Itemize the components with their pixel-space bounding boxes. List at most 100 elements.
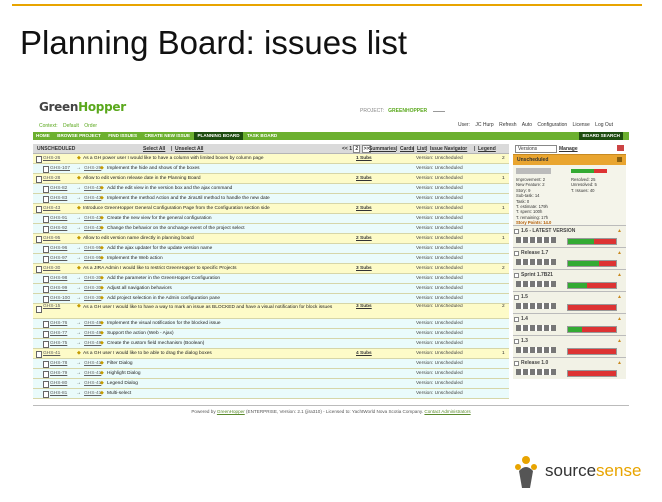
- project-name[interactable]: GREENHOPPER: [388, 108, 427, 114]
- parent-key[interactable]: GHS-41: [84, 389, 101, 398]
- user-story-row[interactable]: GHS-43 ◆ Introduce GreenHopper General Con…: [33, 204, 509, 214]
- subtask-row[interactable]: GHS-77 → GHS-48 ◆ Support the action (Web - …: [33, 329, 509, 339]
- issue-key[interactable]: GHS-26: [43, 154, 60, 163]
- subtask-row[interactable]: GHS-96 → GHS-95 ◆ Add the ajax updater for t…: [33, 244, 509, 254]
- subtasks-link[interactable]: 2 Subs: [356, 204, 372, 213]
- nav-create-issue[interactable]: CREATE NEW ISSUE: [141, 132, 193, 140]
- nav-browse-project[interactable]: BROWSE PROJECT: [54, 132, 104, 140]
- pager-page-2[interactable]: 2: [353, 145, 361, 153]
- expand-icon[interactable]: [514, 361, 519, 366]
- user-story-row[interactable]: GHS-41 ◆ As a GH user I would like to be a…: [33, 349, 509, 359]
- parent-key[interactable]: GHS-48: [84, 339, 101, 348]
- subtask-row[interactable]: GHS-100 → GHS-30 ◆ Add project selection in …: [33, 294, 509, 304]
- select-all-link[interactable]: Select All: [143, 146, 165, 152]
- version-box[interactable]: 1.5 ▲: [513, 291, 626, 313]
- nav-planning-board[interactable]: PLANNING BOARD: [194, 132, 243, 140]
- version-name[interactable]: 1.3: [521, 338, 528, 344]
- pager-page-1[interactable]: 1: [349, 146, 352, 152]
- expand-icon[interactable]: [514, 273, 519, 278]
- list-link[interactable]: List: [417, 146, 426, 152]
- subtask-row[interactable]: GHS-82 → GHS-43 ◆ Add the edit view in the v…: [33, 184, 509, 194]
- issue-key[interactable]: GHS-100: [50, 294, 70, 303]
- issue-key[interactable]: GHS-107: [50, 164, 70, 173]
- subtask-row[interactable]: GHS-83 → GHS-43 ◆ Implement the method Actio…: [33, 194, 509, 204]
- pager-prev[interactable]: <<: [342, 146, 348, 152]
- issue-key[interactable]: GHS-30: [43, 264, 60, 273]
- expand-icon[interactable]: [514, 251, 519, 256]
- issue-key[interactable]: GHS-78: [50, 359, 67, 368]
- license-link[interactable]: License: [573, 122, 590, 128]
- parent-key[interactable]: GHS-48: [84, 329, 101, 338]
- version-box[interactable]: 1.6 - LATEST VERSION ▲: [513, 225, 626, 247]
- issue-key[interactable]: GHS-82: [50, 184, 67, 193]
- subtasks-link[interactable]: 4 Subs: [356, 349, 372, 358]
- refresh-link[interactable]: Refresh: [499, 122, 517, 128]
- issue-key[interactable]: GHS-97: [50, 254, 67, 263]
- footer-greenhopper-link[interactable]: GreenHopper: [217, 409, 245, 414]
- unselect-all-link[interactable]: Unselect All: [175, 146, 203, 152]
- subtask-row[interactable]: GHS-81 → GHS-41 ◆ Multi-select Version: Unsch…: [33, 389, 509, 399]
- expand-icon[interactable]: [514, 339, 519, 344]
- parent-key[interactable]: GHS-43: [84, 194, 101, 203]
- issue-key[interactable]: GHS-15: [43, 304, 60, 310]
- subtask-row[interactable]: GHS-80 → GHS-41 ◆ Legend Dialog Version: Unsc…: [33, 379, 509, 389]
- subtask-row[interactable]: GHS-98 → GHS-30 ◆ Add the parameter in the G…: [33, 274, 509, 284]
- arrow-up-icon[interactable]: ▲: [617, 294, 622, 300]
- subtasks-link[interactable]: 2 Subs: [356, 234, 372, 243]
- arrow-up-icon[interactable]: ▲: [617, 360, 622, 366]
- manage-link[interactable]: Manage: [559, 146, 578, 152]
- version-name[interactable]: Release 1.7: [521, 250, 548, 256]
- version-box[interactable]: Release 1.0 ▲: [513, 357, 626, 379]
- parent-key[interactable]: GHS-26: [84, 164, 101, 173]
- version-box[interactable]: 1.4 ▲: [513, 313, 626, 335]
- issue-key[interactable]: GHS-81: [50, 389, 67, 398]
- subtask-row[interactable]: GHS-97 → GHS-95 ◆ Implement the Web action Ve…: [33, 254, 509, 264]
- subtasks-link[interactable]: 3 Subs: [356, 264, 372, 273]
- issue-key[interactable]: GHS-92: [50, 224, 67, 233]
- subtask-row[interactable]: GHS-79 → GHS-41 ◆ Highlight Dialog Version: U…: [33, 369, 509, 379]
- versions-select[interactable]: Versions: [515, 145, 557, 153]
- subtask-row[interactable]: GHS-91 → GHS-43 ◆ Create the new view for th…: [33, 214, 509, 224]
- parent-key[interactable]: GHS-43: [84, 224, 101, 233]
- issue-navigator-link[interactable]: Issue Navigator: [430, 146, 467, 152]
- user-name[interactable]: JC Hurp: [475, 122, 493, 128]
- project-selector[interactable]: PROJECT: GREENHOPPER: [360, 108, 446, 114]
- subtasks-link[interactable]: 2 Subs: [356, 174, 372, 183]
- subtask-row[interactable]: GHS-92 → GHS-43 ◆ Change the behavior on the…: [33, 224, 509, 234]
- parent-key[interactable]: GHS-30: [84, 274, 101, 283]
- issue-key[interactable]: GHS-43: [43, 204, 60, 213]
- nav-find-issues[interactable]: FIND ISSUES: [105, 132, 140, 140]
- summaries-link[interactable]: Summaries: [369, 146, 396, 152]
- user-story-row[interactable]: GHS-30 ◆ As a JIRA Admin I would like to r…: [33, 264, 509, 274]
- parent-key[interactable]: GHS-30: [84, 284, 101, 293]
- issue-key[interactable]: GHS-79: [50, 369, 67, 378]
- subtask-row[interactable]: GHS-99 → GHS-30 ◆ Adjust all navigation beha…: [33, 284, 509, 294]
- version-box[interactable]: Release 1.7 ▲: [513, 247, 626, 269]
- logout-link[interactable]: Log Out: [595, 122, 613, 128]
- arrow-up-icon[interactable]: ▲: [617, 250, 622, 256]
- arrow-up-icon[interactable]: ▲: [617, 338, 622, 344]
- version-name[interactable]: 1.4: [521, 316, 528, 322]
- subtasks-link[interactable]: 3 Subs: [356, 304, 372, 310]
- version-name[interactable]: 1.6 - LATEST VERSION: [521, 228, 575, 234]
- subtasks-link[interactable]: 1 Subs: [356, 154, 372, 163]
- board-search-button[interactable]: BOARD SEARCH: [579, 132, 623, 140]
- subtask-row[interactable]: GHS-75 → GHS-48 ◆ Create the custom field me…: [33, 339, 509, 349]
- auto-toggle[interactable]: Auto: [522, 122, 532, 128]
- expand-icon[interactable]: [514, 295, 519, 300]
- issue-key[interactable]: GHS-28: [43, 174, 60, 183]
- parent-key[interactable]: GHS-41: [84, 379, 101, 388]
- version-box[interactable]: Sprint 1.7B21 ▲: [513, 269, 626, 291]
- contact-admins-link[interactable]: Contact Administrators: [424, 409, 470, 414]
- nav-task-board[interactable]: TASK BOARD: [244, 132, 280, 140]
- parent-key[interactable]: GHS-95: [84, 244, 101, 253]
- user-story-row[interactable]: GHS-15 ◆ As a GH user I would like to have…: [33, 304, 509, 319]
- issue-key[interactable]: GHS-76: [50, 319, 67, 328]
- configuration-link[interactable]: Configuration: [537, 122, 567, 128]
- parent-key[interactable]: GHS-30: [84, 294, 101, 303]
- expand-icon[interactable]: [514, 317, 519, 322]
- parent-key[interactable]: GHS-41: [84, 359, 101, 368]
- issue-key[interactable]: GHS-77: [50, 329, 67, 338]
- version-name[interactable]: Sprint 1.7B21: [521, 272, 553, 278]
- issue-key[interactable]: GHS-41: [43, 349, 60, 358]
